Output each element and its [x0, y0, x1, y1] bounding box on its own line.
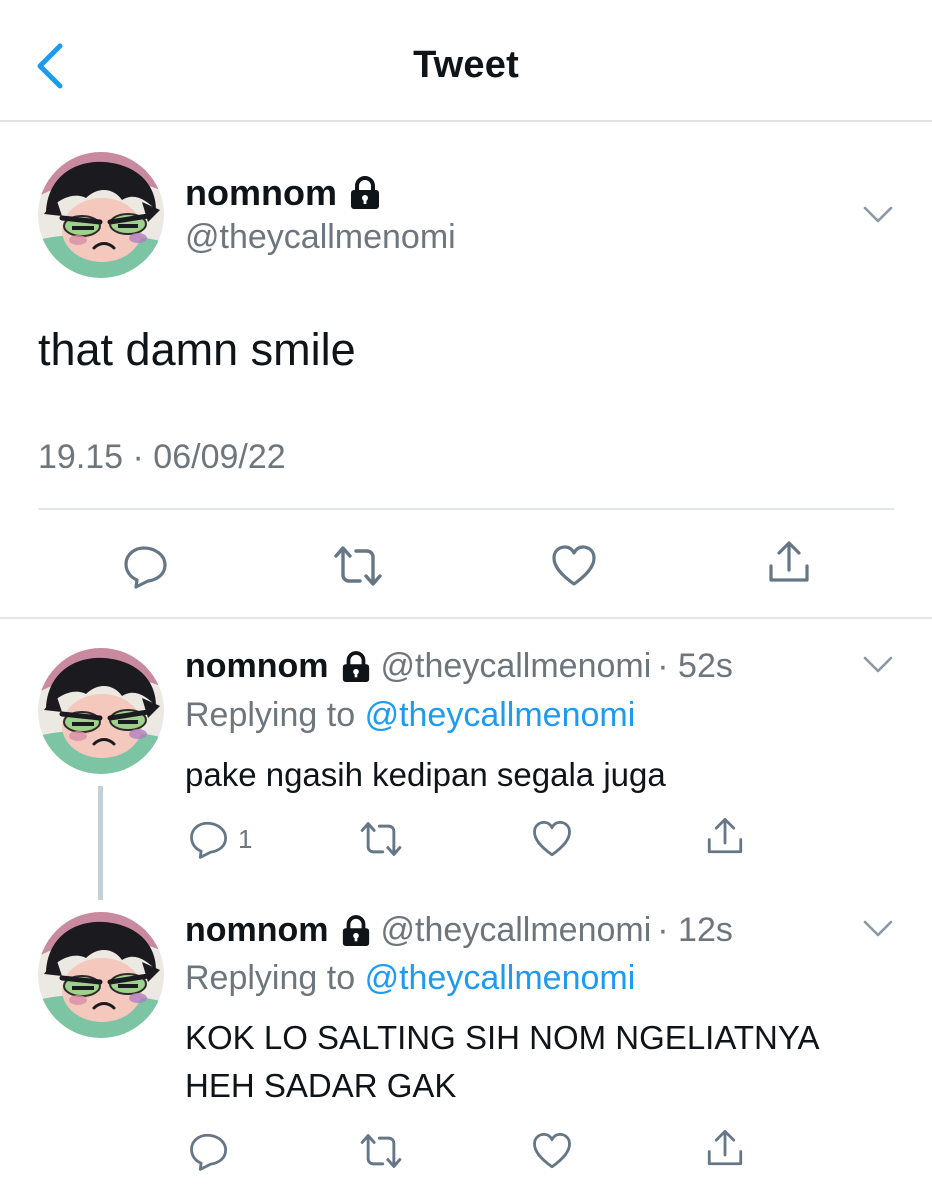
share-button[interactable]	[765, 538, 813, 586]
lock-icon	[349, 176, 381, 210]
share-button[interactable]	[704, 1127, 746, 1169]
replying-prefix: Replying to	[185, 959, 356, 997]
retweet-button[interactable]	[357, 1130, 405, 1172]
display-name: nomnom	[185, 647, 329, 685]
share-icon	[704, 1127, 746, 1169]
replying-to-link[interactable]: @theycallmenomi	[365, 696, 636, 734]
lock-icon	[341, 915, 371, 947]
share-icon	[704, 815, 746, 857]
reply-text: pake ngasih kedipan segala juga	[185, 756, 666, 793]
retweet-icon	[330, 542, 386, 590]
divider	[0, 617, 932, 619]
chevron-down-icon[interactable]	[863, 205, 893, 225]
like-button[interactable]	[550, 542, 598, 590]
reply-button[interactable]: 1	[188, 818, 252, 860]
like-button[interactable]	[531, 818, 573, 860]
divider	[38, 508, 894, 510]
like-button[interactable]	[531, 1130, 573, 1172]
page-title: Tweet	[413, 44, 519, 86]
retweet-button[interactable]	[330, 542, 386, 590]
like-icon	[531, 1130, 573, 1172]
retweet-icon	[357, 1130, 405, 1172]
reply-header[interactable]: nomnom @theycallmenomi · 52s	[185, 647, 733, 686]
display-name: nomnom	[185, 911, 329, 949]
share-icon	[765, 538, 813, 586]
avatar[interactable]	[38, 912, 164, 1038]
reply-button[interactable]	[188, 1130, 238, 1172]
reply-icon	[188, 1130, 230, 1172]
retweet-button[interactable]	[357, 818, 405, 860]
like-icon	[531, 818, 573, 860]
author-handle[interactable]: @theycallmenomi	[185, 218, 456, 257]
author-handle: @theycallmenomi	[380, 911, 652, 949]
reply-button[interactable]	[122, 542, 170, 590]
lock-icon	[341, 651, 371, 683]
like-icon	[550, 542, 598, 590]
tweet-timestamp[interactable]: 19.15 · 06/09/22	[38, 438, 286, 477]
chevron-down-icon[interactable]	[863, 655, 893, 675]
reply-header[interactable]: nomnom @theycallmenomi · 12s	[185, 911, 733, 950]
replying-to: Replying to @theycallmenomi	[185, 696, 635, 735]
author-handle: @theycallmenomi	[380, 647, 652, 685]
replying-to: Replying to @theycallmenomi	[185, 959, 635, 998]
reply-age: · 12s	[657, 911, 733, 949]
share-button[interactable]	[704, 815, 746, 857]
avatar-image	[38, 152, 164, 278]
tweet-text: that damn smile	[38, 324, 356, 375]
display-name: nomnom	[185, 172, 337, 213]
chevron-down-icon[interactable]	[863, 919, 893, 939]
replying-prefix: Replying to	[185, 696, 356, 734]
reply-icon	[122, 542, 170, 590]
author-name[interactable]: nomnom	[185, 172, 381, 214]
avatar-image	[38, 912, 164, 1038]
avatar-image	[38, 648, 164, 774]
replying-to-link[interactable]: @theycallmenomi	[365, 959, 636, 997]
avatar[interactable]	[38, 648, 164, 774]
reply-count: 1	[238, 823, 253, 854]
retweet-icon	[357, 818, 405, 860]
reply-age: · 52s	[657, 647, 733, 685]
nav-bar: Tweet	[0, 0, 932, 122]
reply-text: KOK LO SALTING SIH NOM NGELIATNYA HEH SA…	[185, 1019, 818, 1104]
thread-connector	[98, 786, 103, 900]
reply-icon	[188, 818, 230, 860]
avatar[interactable]	[38, 152, 164, 278]
